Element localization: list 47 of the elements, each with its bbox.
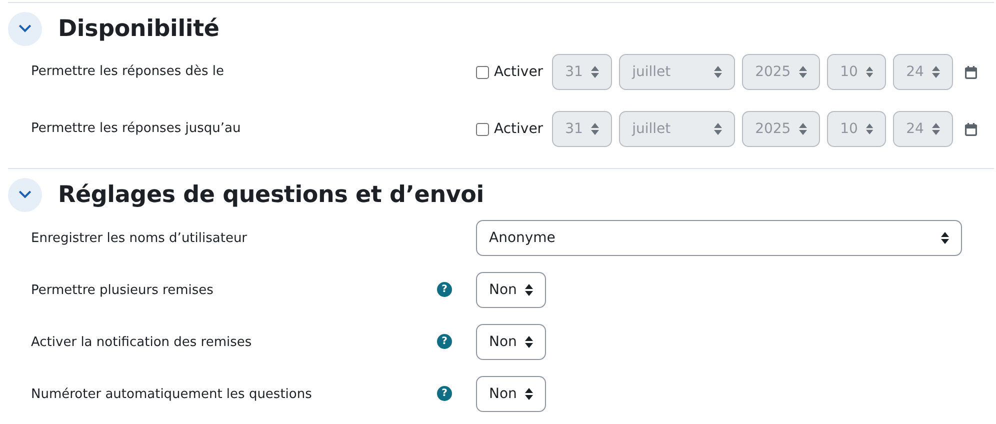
date-select[interactable]: 2025 [742, 54, 820, 90]
collapse-toggle[interactable] [8, 12, 42, 46]
checkbox-label: Activer [494, 64, 544, 80]
date-select[interactable]: 31 [552, 111, 612, 147]
checkbox-label: Activer [494, 121, 544, 137]
date-select[interactable]: 24 [893, 111, 954, 147]
sort-icon [799, 66, 808, 78]
help-icon[interactable]: ? [437, 282, 452, 297]
sort-icon [591, 66, 600, 78]
date-select[interactable]: 2025 [742, 111, 820, 147]
sort-icon [714, 66, 722, 78]
sort-icon [524, 388, 533, 400]
date-select[interactable]: 10 [827, 54, 886, 90]
dropdown-select[interactable]: Anonyme [476, 220, 962, 256]
sort-icon [524, 284, 533, 296]
date-select[interactable]: 10 [827, 111, 886, 147]
field-label: Permettre plusieurs remises [31, 282, 214, 298]
date-select[interactable]: juillet [619, 54, 736, 90]
field-label: Enregistrer les noms d’utilisateur [31, 230, 248, 246]
calendar-icon[interactable] [965, 122, 978, 136]
field-label: Activer la notification des remises [31, 334, 253, 350]
field-label: Numéroter automatiquement les questions [31, 386, 313, 402]
sort-icon [591, 123, 600, 135]
date-select[interactable]: juillet [619, 111, 736, 147]
field-label: Permettre les réponses dès le [31, 63, 225, 79]
collapse-toggle[interactable] [8, 178, 42, 212]
activate-checkbox[interactable] [476, 66, 489, 78]
sort-icon [799, 123, 808, 135]
sort-icon [524, 336, 533, 348]
sort-icon [941, 232, 949, 244]
sort-icon [866, 66, 874, 78]
help-icon[interactable]: ? [437, 386, 452, 401]
calendar-icon[interactable] [965, 66, 978, 78]
dropdown-select[interactable]: Non [476, 272, 546, 308]
section-title: Disponibilité [58, 16, 220, 42]
dropdown-select[interactable]: Non [476, 324, 546, 360]
date-select[interactable]: 24 [893, 54, 954, 90]
sort-icon [932, 123, 940, 135]
dropdown-select[interactable]: Non [476, 376, 546, 412]
sort-icon [714, 123, 722, 135]
field-label: Permettre les réponses jusqu’au [31, 120, 242, 136]
help-icon[interactable]: ? [437, 334, 452, 349]
activate-checkbox[interactable] [476, 122, 489, 136]
section-title: Réglages de questions et d’envoi [58, 182, 484, 208]
sort-icon [866, 123, 874, 135]
sort-icon [932, 66, 940, 78]
date-select[interactable]: 31 [552, 54, 612, 90]
